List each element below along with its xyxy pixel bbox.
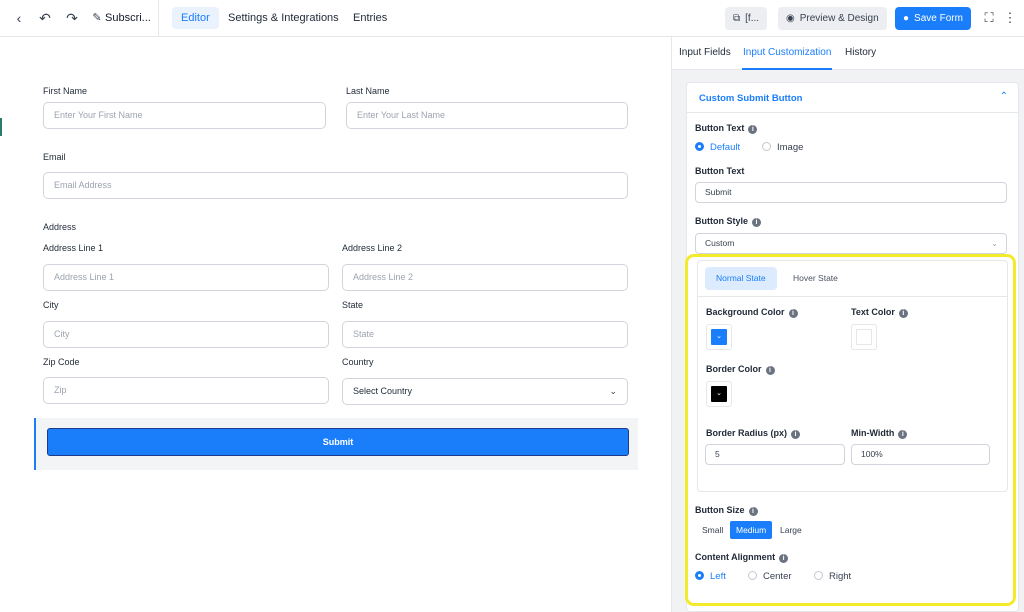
address-line-2-input[interactable]: Address Line 2	[342, 264, 628, 291]
chevron-down-icon: ⌄	[991, 239, 998, 248]
radio-dot	[762, 142, 771, 151]
zip-input[interactable]: Zip	[43, 377, 329, 404]
back-chevron-icon[interactable]: ‹	[11, 10, 27, 26]
radio-default-label: Default	[710, 142, 741, 153]
save-form-button[interactable]: ● Save Form	[895, 7, 971, 30]
eye-icon: ◉	[786, 13, 795, 24]
save-label: Save Form	[914, 13, 963, 24]
tab-input-fields[interactable]: Input Fields	[679, 47, 731, 58]
shortcode-button[interactable]: ⧉ [f...	[725, 7, 768, 30]
tab-input-customization[interactable]: Input Customization	[743, 47, 831, 58]
radio-image[interactable]: Image	[762, 142, 803, 153]
form-title[interactable]: Subscri...	[105, 12, 151, 24]
panel-tabs: Input Fields Input Customization History	[672, 37, 1024, 70]
state-input[interactable]: State	[342, 321, 628, 348]
last-name-input[interactable]: Enter Your Last Name	[346, 102, 628, 129]
radio-default[interactable]: Default	[695, 142, 740, 153]
active-tab-indicator	[742, 68, 832, 70]
city-input[interactable]: City	[43, 321, 329, 348]
pencil-icon[interactable]: ✎	[89, 10, 105, 26]
check-circle-icon: ●	[903, 13, 910, 24]
fullscreen-icon[interactable]: ⛶	[981, 10, 997, 26]
tab-history[interactable]: History	[845, 47, 876, 58]
highlight-annotation	[685, 254, 1016, 606]
address-line-2-label: Address Line 2	[342, 243, 403, 253]
address-heading: Address	[43, 222, 77, 232]
copy-icon: ⧉	[733, 13, 741, 24]
button-style-select[interactable]: Custom ⌄	[695, 233, 1007, 254]
button-text-input[interactable]: Submit	[695, 182, 1007, 203]
first-name-input[interactable]: Enter Your First Name	[43, 102, 326, 129]
button-text-type-label: Button Text i	[695, 123, 758, 134]
button-style-label: Button Style i	[695, 216, 761, 227]
chevron-down-icon: ⌄	[609, 386, 617, 396]
redo-icon[interactable]: ↷	[64, 10, 80, 26]
tab-entries[interactable]: Entries	[344, 7, 396, 29]
last-name-label: Last Name	[346, 86, 390, 96]
button-style-label-text: Button Style	[695, 216, 748, 226]
tab-settings-integrations[interactable]: Settings & Integrations	[219, 7, 348, 29]
radio-image-label: Image	[777, 142, 804, 153]
address-line-1-label: Address Line 1	[43, 243, 104, 253]
canvas-edge-marker	[0, 118, 2, 136]
shortcode-label: [f...	[745, 13, 760, 24]
preview-label: Preview & Design	[799, 13, 879, 24]
city-label: City	[43, 300, 59, 310]
preview-design-button[interactable]: ◉ Preview & Design	[778, 7, 887, 30]
chevron-up-icon[interactable]: ⌃	[1000, 91, 1008, 102]
more-vertical-icon[interactable]: ⋮	[1002, 10, 1018, 26]
top-bar: ‹ ↶ ↷ ✎ Subscri... Editor Settings & Int…	[0, 0, 1024, 37]
email-label: Email	[43, 152, 66, 162]
state-label: State	[342, 300, 364, 310]
address-line-1-input[interactable]: Address Line 1	[43, 264, 329, 291]
info-icon: i	[748, 125, 758, 134]
zip-code-label: Zip Code	[43, 357, 80, 367]
email-input[interactable]: Email Address	[43, 172, 628, 199]
info-icon: i	[752, 218, 761, 227]
country-select[interactable]: Select Country ⌄	[342, 378, 628, 405]
radio-dot	[695, 142, 704, 151]
button-style-value: Custom	[705, 238, 735, 248]
button-text-label: Button Text	[695, 166, 745, 176]
country-select-value: Select Country	[353, 386, 413, 396]
submit-button[interactable]: Submit	[47, 428, 629, 456]
first-name-label: First Name	[43, 86, 88, 96]
country-label: Country	[342, 357, 374, 367]
undo-icon[interactable]: ↶	[37, 10, 53, 26]
card-header[interactable]: Custom Submit Button ⌃	[687, 83, 1018, 113]
divider	[158, 0, 159, 37]
button-text-type-label-text: Button Text	[695, 123, 745, 133]
submit-button-container[interactable]: Submit	[34, 418, 638, 470]
section-title: Custom Submit Button	[699, 93, 803, 104]
tab-editor[interactable]: Editor	[172, 7, 219, 29]
